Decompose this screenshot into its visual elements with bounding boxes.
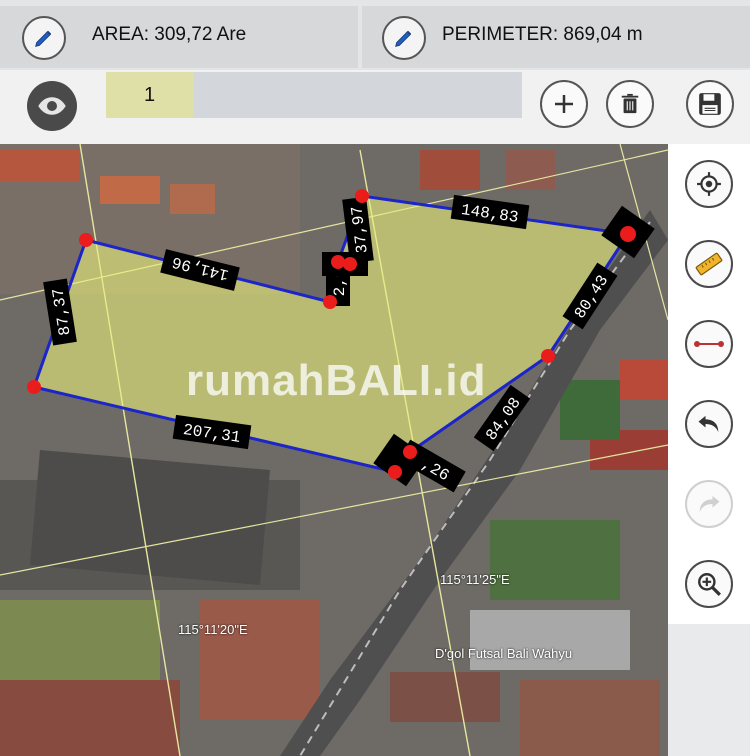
vertex-point[interactable] [323, 295, 337, 309]
delete-layer-button[interactable] [606, 80, 654, 128]
perimeter-panel: PERIMETER: 869,04 m [362, 6, 750, 68]
tool-sidebar [668, 144, 750, 624]
redo-icon [699, 495, 720, 513]
redo-button[interactable] [685, 480, 733, 528]
visibility-toggle[interactable] [27, 81, 77, 131]
longitude-label: 115°11'20"E [178, 622, 248, 637]
undo-icon [698, 415, 719, 433]
locate-icon [697, 172, 721, 196]
zoom-in-icon [698, 573, 721, 596]
map-canvas[interactable]: 148,83 80,43 84,08 1,26 207,31 87,37 141… [0, 144, 668, 756]
floppy-disk-icon [699, 93, 721, 115]
line-tool-button[interactable] [685, 320, 733, 368]
save-button[interactable] [686, 80, 734, 128]
vertex-point[interactable] [343, 257, 357, 271]
zoom-in-button[interactable] [685, 560, 733, 608]
line-segment-icon [694, 341, 724, 347]
eye-icon [38, 97, 66, 115]
add-layer-button[interactable] [540, 80, 588, 128]
header-bar: AREA: 309,72 Are PERIMETER: 869,04 m [0, 0, 750, 70]
trash-icon [621, 93, 639, 114]
pencil-icon [35, 30, 52, 47]
pencil-icon [395, 30, 412, 47]
ruler-icon [695, 252, 723, 276]
vertex-point[interactable] [79, 233, 93, 247]
vertex-point[interactable] [27, 380, 41, 394]
undo-button[interactable] [685, 400, 733, 448]
vertex-point[interactable] [388, 465, 402, 479]
watermark: rumahBALI.id [186, 356, 487, 405]
layer-tab-1[interactable]: 1 [106, 72, 194, 118]
longitude-label: 115°11'25"E [440, 572, 510, 587]
vertex-point[interactable] [541, 349, 555, 363]
satellite-map[interactable]: 148,83 80,43 84,08 1,26 207,31 87,37 141… [0, 144, 668, 756]
perimeter-edit-button[interactable] [382, 16, 426, 60]
area-panel: AREA: 309,72 Are [0, 6, 358, 68]
area-readout: AREA: 309,72 Are [92, 24, 247, 45]
measure-button[interactable] [685, 240, 733, 288]
vertex-point[interactable] [331, 255, 345, 269]
vertex-point[interactable] [355, 189, 369, 203]
place-label: D'gol Futsal Bali Wahyu [435, 646, 573, 661]
vertex-point[interactable] [403, 445, 417, 459]
plus-icon [555, 95, 573, 113]
layer-strip [194, 72, 522, 118]
vertex-point[interactable] [620, 226, 636, 242]
perimeter-readout: PERIMETER: 869,04 m [442, 24, 643, 45]
area-edit-button[interactable] [22, 16, 66, 60]
locate-button[interactable] [685, 160, 733, 208]
